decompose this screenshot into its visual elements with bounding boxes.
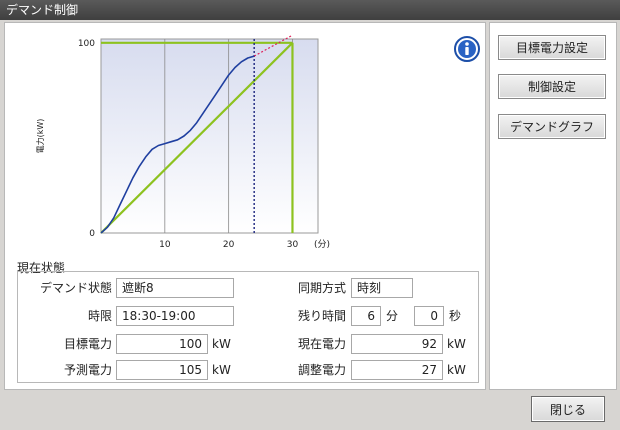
sync-method-field: 時刻 xyxy=(351,278,413,298)
x-tick-label: 10 xyxy=(159,240,171,250)
plot-area xyxy=(100,38,319,234)
demand-state-label: デマンド状態 xyxy=(39,281,112,295)
current-power-label: 現在電力 xyxy=(297,337,346,351)
demand-graph-button[interactable]: デマンドグラフ xyxy=(498,114,606,139)
side-panel: 目標電力設定 制御設定 デマンドグラフ xyxy=(489,22,617,390)
period-field: 18:30-19:00 xyxy=(116,306,234,326)
main-panel: 10 20 30 (分) 0 100 電力(kW) 現在状態 デマンド状態 遮断8 同期方式… xyxy=(4,22,486,390)
predicted-power-unit: kW xyxy=(212,363,231,377)
status-box: デマンド状態 遮断8 同期方式 時刻 時限 18:30-19:00 残り時間 6… xyxy=(17,271,479,383)
target-power-label: 目標電力 xyxy=(63,337,112,351)
current-power-field: 92 xyxy=(351,334,443,354)
adjust-power-field: 27 xyxy=(351,360,443,380)
info-icon[interactable] xyxy=(454,36,480,62)
target-power-field: 100 xyxy=(116,334,208,354)
adjust-power-label: 調整電力 xyxy=(297,363,346,377)
control-settings-button[interactable]: 制御設定 xyxy=(498,74,606,99)
adjust-power-unit: kW xyxy=(447,363,466,377)
minutes-unit: 分 xyxy=(386,309,399,323)
bottom-bar xyxy=(0,390,620,430)
seconds-unit: 秒 xyxy=(449,309,462,323)
period-label: 時限 xyxy=(87,309,112,323)
y-axis-label: 電力(kW) xyxy=(35,119,45,154)
current-power-unit: kW xyxy=(447,337,466,351)
remaining-seconds-field: 0 xyxy=(414,306,444,326)
predicted-power-label: 予測電力 xyxy=(63,363,112,377)
demand-control-window: デマンド制御 10 20 30 (分) 0 100 電力(kW) 現在状態 デマンド状態 遮… xyxy=(0,0,620,430)
target-power-settings-button[interactable]: 目標電力設定 xyxy=(498,35,606,60)
demand-chart: 10 20 30 (分) 0 100 電力(kW) xyxy=(35,34,330,250)
close-button[interactable]: 閉じる xyxy=(531,396,605,422)
y-tick-label: 0 xyxy=(89,229,95,239)
remaining-minutes-field: 6 xyxy=(351,306,381,326)
remaining-time-label: 残り時間 xyxy=(297,309,346,323)
x-tick-label: 20 xyxy=(223,240,235,250)
demand-state-field: 遮断8 xyxy=(116,278,234,298)
predicted-power-field: 105 xyxy=(116,360,208,380)
window-title: デマンド制御 xyxy=(0,0,620,20)
y-tick-label: 100 xyxy=(78,39,95,49)
x-tick-label: 30 xyxy=(287,240,299,250)
sync-method-label: 同期方式 xyxy=(297,281,346,295)
x-unit-label: (分) xyxy=(314,239,330,250)
target-power-unit: kW xyxy=(212,337,231,351)
